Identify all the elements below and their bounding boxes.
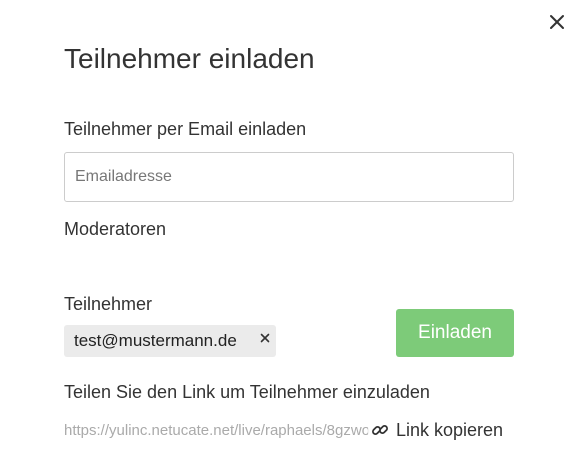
invite-participants-dialog: Teilnehmer einladen Teilnehmer per Email… [0, 0, 582, 454]
share-link-label: Teilen Sie den Link um Teilnehmer einzul… [64, 382, 430, 402]
link-icon [370, 420, 390, 440]
copy-link-button[interactable]: Link kopieren [368, 418, 504, 442]
participant-chip: test@mustermann.de [64, 325, 276, 357]
close-icon [550, 15, 564, 29]
invite-button[interactable]: Einladen [396, 309, 514, 357]
moderators-label: Moderatoren [64, 219, 167, 239]
copy-link-label: Link kopieren [396, 419, 504, 440]
email-section-label: Teilnehmer per Email einladen [64, 119, 307, 139]
remove-icon [260, 333, 270, 343]
participants-label: Teilnehmer [64, 294, 153, 314]
chip-remove-button[interactable] [258, 331, 272, 345]
participant-chip-email: test@mustermann.de [74, 331, 237, 350]
dialog-title: Teilnehmer einladen [64, 43, 315, 74]
share-link-url: https://yulinc.netucate.net/live/raphael… [64, 422, 371, 439]
email-input[interactable] [64, 152, 514, 202]
close-button[interactable] [545, 10, 569, 34]
